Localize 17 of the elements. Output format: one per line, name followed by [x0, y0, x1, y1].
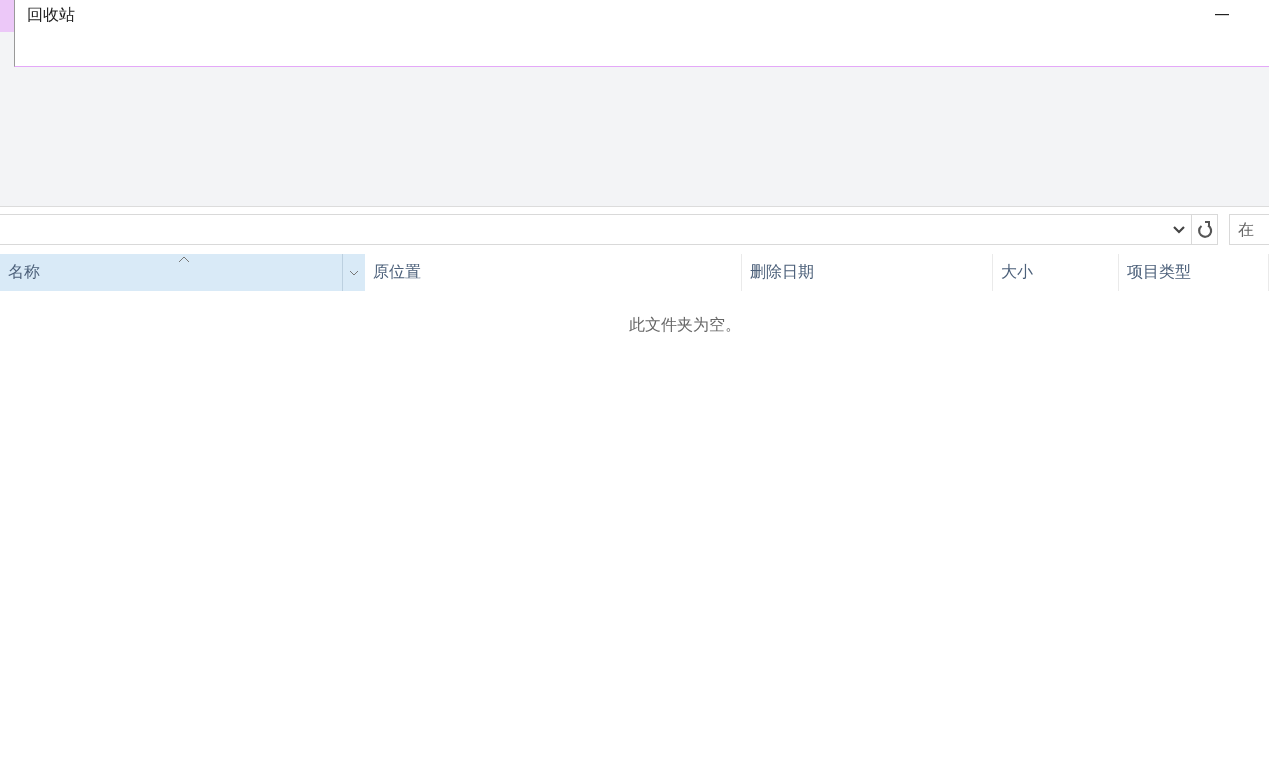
- search-field[interactable]: 在: [1229, 214, 1269, 245]
- refresh-button[interactable]: [1192, 214, 1218, 245]
- column-header[interactable]: 删除日期: [742, 254, 993, 291]
- window-title: 回收站: [26, 4, 75, 26]
- column-label: 删除日期: [750, 262, 815, 283]
- column-header[interactable]: 项目类型: [1119, 254, 1269, 291]
- minimize-icon: [1215, 14, 1229, 16]
- column-header[interactable]: 原位置: [365, 254, 742, 291]
- address-field[interactable]: [0, 214, 1192, 245]
- column-label: 项目类型: [1127, 262, 1192, 283]
- column-header[interactable]: 大小: [993, 254, 1119, 291]
- column-label: 原位置: [373, 262, 422, 283]
- column-header[interactable]: 名称: [0, 254, 365, 291]
- empty-folder-message: 此文件夹为空。: [628, 315, 741, 334]
- column-label: 名称: [8, 262, 41, 283]
- column-label: 大小: [1001, 262, 1034, 283]
- refresh-icon: [1196, 220, 1213, 239]
